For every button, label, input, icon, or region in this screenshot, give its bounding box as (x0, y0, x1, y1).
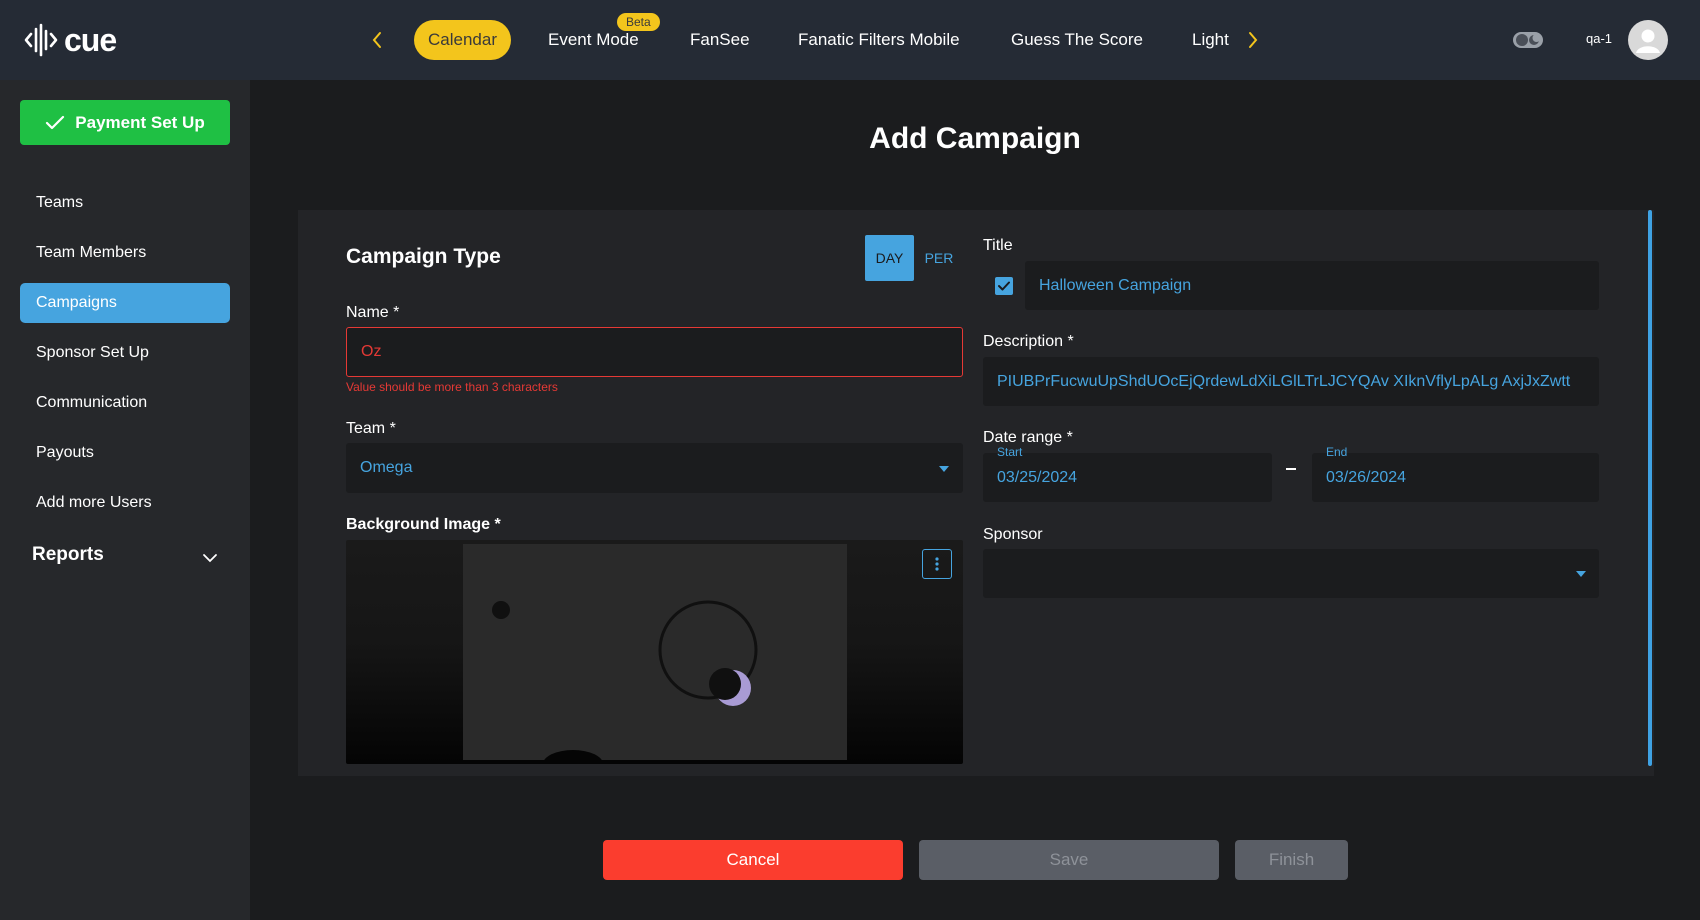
payment-setup-label: Payment Set Up (75, 112, 205, 132)
cancel-button[interactable]: Cancel (603, 840, 903, 880)
chevron-right-icon (1249, 32, 1258, 48)
theme-toggle-icon[interactable] (1512, 29, 1544, 51)
sidebar-item-teams[interactable]: Teams (20, 183, 230, 223)
title-checkbox[interactable] (995, 277, 1013, 295)
avatar[interactable] (1628, 20, 1668, 60)
tab-light[interactable]: Light (1192, 20, 1230, 60)
beta-badge: Beta (617, 13, 660, 31)
sidebar-item-communication[interactable]: Communication (20, 383, 230, 423)
cue-logo[interactable]: cue (24, 20, 117, 60)
tab-fanatic-filters-mobile[interactable]: Fanatic Filters Mobile (798, 20, 960, 60)
description-label: Description * (983, 333, 1074, 350)
campaign-type-day-toggle[interactable]: DAY (865, 235, 914, 281)
date-range-separator (1286, 468, 1296, 470)
chevron-left-icon (372, 32, 381, 48)
page-title: Add Campaign (869, 122, 1081, 155)
team-select[interactable]: Omega (346, 443, 963, 493)
start-date-input[interactable]: 03/25/2024 (983, 453, 1272, 502)
tab-fansee[interactable]: FanSee (690, 20, 750, 60)
sidebar-item-team-members[interactable]: Team Members (20, 233, 230, 273)
name-input[interactable]: Oz (346, 327, 963, 377)
kebab-menu-icon (935, 557, 939, 571)
save-button[interactable]: Save (919, 840, 1219, 880)
background-image-label: Background Image * (346, 516, 501, 533)
sidebar-item-payouts[interactable]: Payouts (20, 433, 230, 473)
background-image-preview[interactable] (346, 540, 963, 764)
end-date-label: End (1326, 445, 1348, 459)
form-scrollbar[interactable] (1648, 210, 1652, 766)
nav-prev-button[interactable] (365, 26, 389, 54)
finish-button[interactable]: Finish (1235, 840, 1348, 880)
title-label: Title (983, 237, 1013, 254)
campaign-type-per-toggle[interactable]: PER (922, 235, 956, 281)
team-label: Team * (346, 420, 396, 437)
campaign-type-title: Campaign Type (346, 245, 501, 268)
sponsor-label: Sponsor (983, 526, 1043, 543)
user-name: qa-1 (1586, 31, 1613, 46)
sidebar-item-sponsor-set-up[interactable]: Sponsor Set Up (20, 333, 230, 373)
user-icon (1636, 29, 1660, 53)
tab-calendar[interactable]: Calendar (414, 20, 511, 60)
logo-text: cue (64, 21, 117, 58)
image-options-button[interactable] (922, 549, 952, 579)
sidebar: Payment Set Up Teams Team Members Campai… (0, 80, 250, 920)
background-image (463, 544, 847, 764)
title-input[interactable]: Halloween Campaign (1025, 261, 1599, 310)
name-error-message: Value should be more than 3 characters (346, 380, 558, 394)
start-date-label: Start (997, 445, 1023, 459)
description-input[interactable]: PIUBPrFucwuUpShdUOcEjQrdewLdXiLGlLTrLJCY… (983, 357, 1599, 406)
team-dropdown-arrow-icon[interactable] (939, 466, 949, 472)
sponsor-dropdown-arrow-icon[interactable] (1576, 571, 1586, 577)
checkmark-icon (998, 281, 1010, 291)
check-icon (46, 115, 65, 129)
nav-next-button[interactable] (1241, 26, 1265, 54)
image-artwork (492, 600, 758, 764)
sidebar-item-add-more-users[interactable]: Add more Users (20, 483, 230, 523)
cue-logo-icon (24, 23, 58, 57)
end-date-input[interactable]: 03/26/2024 (1312, 453, 1599, 502)
sponsor-select[interactable] (983, 549, 1599, 598)
tab-guess-the-score[interactable]: Guess The Score (1011, 20, 1143, 60)
top-navigation-bar: cue Calendar Event Mode Beta FanSee Fana… (0, 0, 1700, 80)
chevron-down-icon[interactable] (202, 552, 218, 564)
sidebar-reports-label[interactable]: Reports (32, 544, 104, 566)
name-label: Name * (346, 304, 400, 321)
payment-setup-button[interactable]: Payment Set Up (20, 100, 230, 145)
sidebar-item-campaigns[interactable]: Campaigns (20, 283, 230, 323)
